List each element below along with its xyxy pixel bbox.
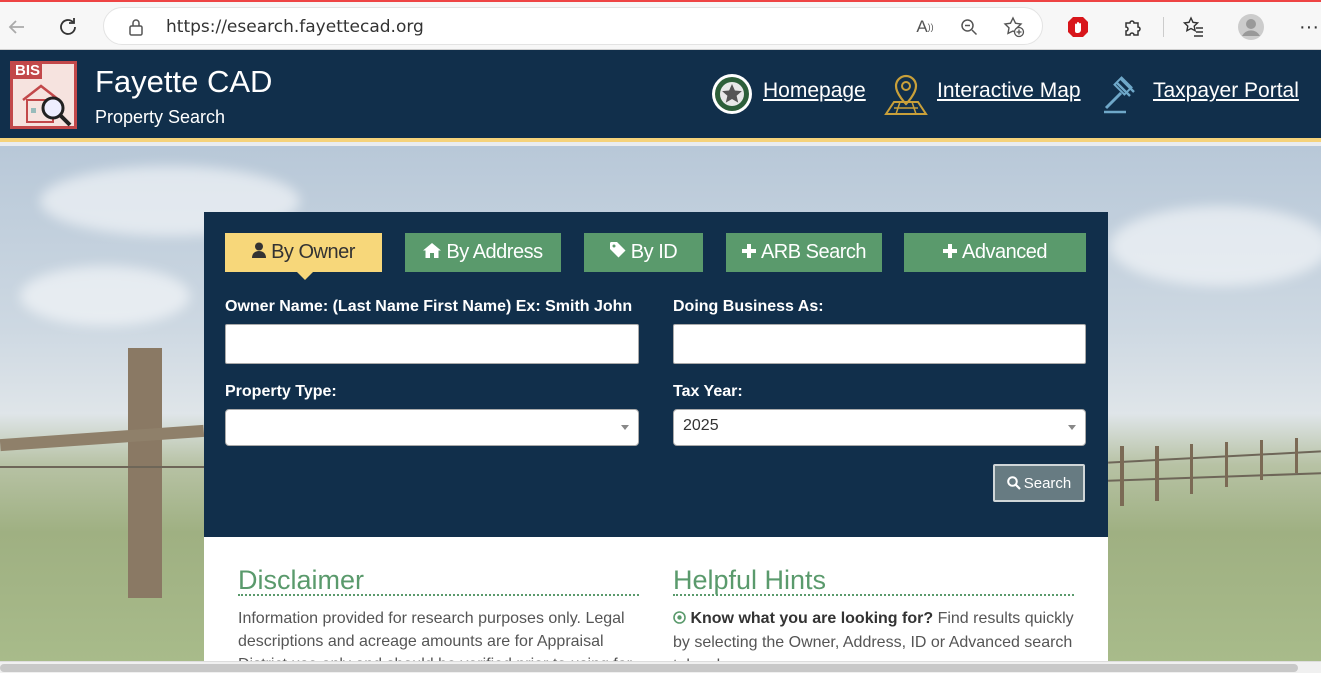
home-icon: [423, 242, 442, 263]
owner-name-input[interactable]: [225, 324, 639, 364]
refresh-icon[interactable]: [53, 12, 83, 42]
texas-star-seal-icon[interactable]: [710, 72, 754, 116]
tab-by-owner[interactable]: By Owner: [225, 233, 382, 272]
property-type-select[interactable]: [225, 409, 639, 446]
tax-year-select[interactable]: 2025: [673, 409, 1086, 446]
owner-name-label: Owner Name: (Last Name First Name) Ex: S…: [225, 298, 633, 315]
property-type-label: Property Type:: [225, 383, 337, 400]
read-aloud-icon[interactable]: A)): [914, 16, 936, 38]
helpful-hints-title: Helpful Hints: [673, 565, 827, 595]
active-tab-caret: [297, 272, 313, 280]
info-section: Disclaimer Information provided for rese…: [204, 537, 1108, 661]
helpful-hints-divider: [673, 594, 1074, 596]
more-options-icon[interactable]: ···: [1295, 13, 1321, 41]
toolbar-divider: [1163, 17, 1164, 37]
target-icon: [673, 608, 686, 631]
search-button-label: Search: [1023, 474, 1072, 492]
tab-label: ARB Search: [760, 241, 867, 263]
address-bar[interactable]: https://esearch.fayettecad.org A)): [103, 7, 1043, 45]
url-text[interactable]: https://esearch.fayettecad.org: [166, 17, 424, 37]
extensions-icon[interactable]: [1119, 13, 1147, 41]
plus-icon: [741, 243, 756, 263]
user-icon: [252, 242, 267, 263]
favorites-icon[interactable]: [1180, 13, 1208, 41]
search-button[interactable]: Search: [993, 464, 1085, 502]
search-panel: By Owner By Address By ID ARB Search Adv…: [204, 212, 1108, 537]
disclaimer-divider: [238, 594, 639, 596]
helpful-hints-text: Know what you are looking for? Find resu…: [673, 607, 1083, 661]
disclaimer-title: Disclaimer: [238, 565, 365, 595]
map-pin-icon[interactable]: [884, 72, 928, 116]
hints-bold-text: Know what you are looking for?: [690, 610, 934, 627]
back-arrow-icon[interactable]: [2, 12, 32, 42]
scrollbar-thumb[interactable]: [0, 664, 1298, 672]
gavel-icon[interactable]: [1100, 72, 1144, 116]
add-favorite-icon[interactable]: [1003, 16, 1025, 38]
zoom-out-icon[interactable]: [958, 16, 980, 38]
tab-label: By Address: [446, 241, 543, 263]
tag-icon: [609, 242, 626, 263]
bis-logo[interactable]: BIS: [10, 61, 77, 129]
doing-business-as-input[interactable]: [673, 324, 1086, 364]
browser-toolbar: https://esearch.fayettecad.org A)) ···: [0, 0, 1321, 50]
tax-year-value: 2025: [683, 417, 719, 434]
tab-label: Advanced: [962, 241, 1047, 263]
plus-icon: [943, 243, 958, 263]
interactive-map-link[interactable]: Interactive Map: [937, 79, 1081, 103]
tab-arb-search[interactable]: ARB Search: [726, 233, 882, 272]
tab-by-id[interactable]: By ID: [584, 233, 703, 272]
brand-title[interactable]: Fayette CAD: [95, 64, 272, 100]
lock-icon[interactable]: [125, 16, 147, 38]
logo-text: BIS: [13, 62, 43, 79]
tab-by-address[interactable]: By Address: [405, 233, 561, 272]
disclaimer-text: Information provided for research purpos…: [238, 610, 632, 661]
tab-label: By Owner: [271, 241, 355, 263]
profile-avatar-icon[interactable]: [1237, 13, 1265, 41]
site-header: BIS Fayette CAD Property Search Homepage…: [0, 50, 1321, 142]
horizontal-scrollbar[interactable]: [0, 661, 1321, 673]
chevron-down-icon: [1068, 425, 1076, 430]
tab-label: By ID: [630, 241, 678, 263]
brand-subtitle: Property Search: [95, 107, 226, 127]
homepage-link[interactable]: Homepage: [763, 79, 866, 103]
chevron-down-icon: [621, 425, 629, 430]
tab-advanced[interactable]: Advanced: [904, 233, 1086, 272]
doing-business-as-label: Doing Business As:: [673, 298, 824, 315]
taxpayer-portal-link[interactable]: Taxpayer Portal: [1153, 79, 1299, 103]
search-icon: [1006, 476, 1021, 490]
adblock-icon[interactable]: [1064, 13, 1092, 41]
tax-year-label: Tax Year:: [673, 383, 743, 400]
